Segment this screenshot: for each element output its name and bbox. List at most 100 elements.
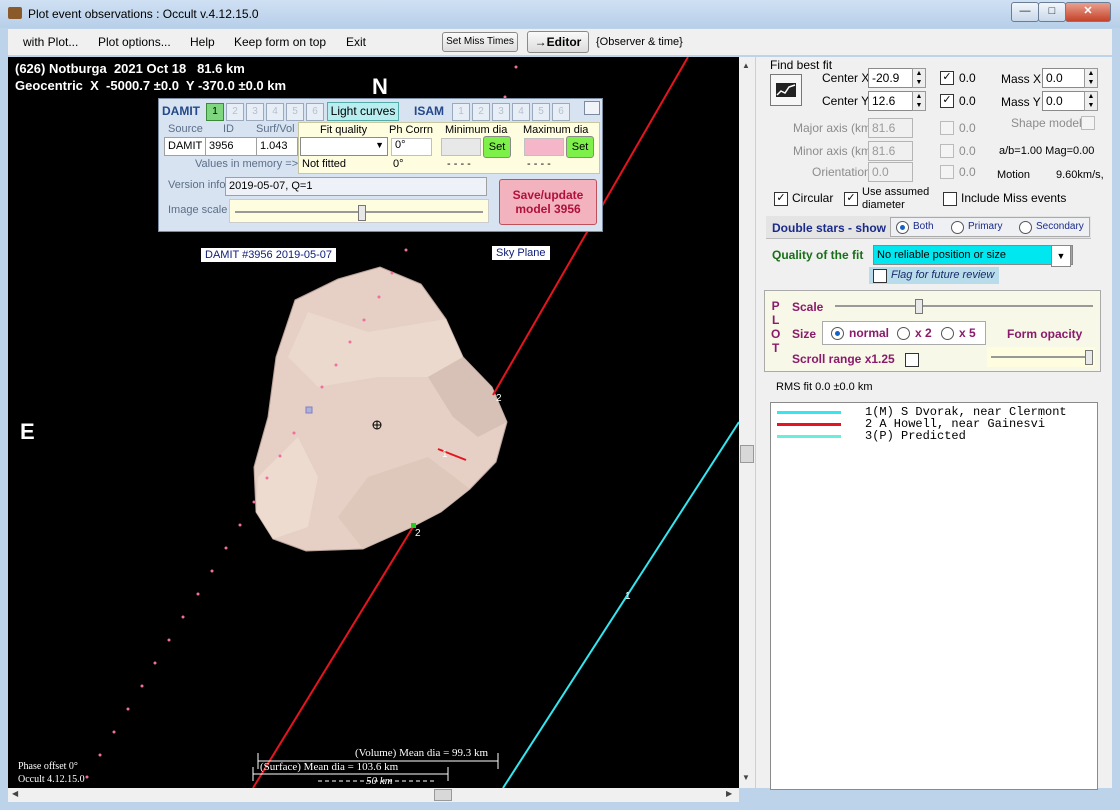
max-dia-set-button[interactable]: Set	[566, 136, 594, 158]
light-curves-button[interactable]: Light curves	[327, 102, 399, 121]
isam-model-4[interactable]: 4	[512, 103, 530, 121]
save-model-label: model 3956	[515, 202, 581, 216]
menu-exit[interactable]: Exit	[346, 35, 366, 49]
app-icon	[8, 7, 22, 19]
damit-title: DAMIT	[162, 104, 200, 118]
circular-checkbox[interactable]: ✓	[774, 192, 788, 206]
fit-quality-select[interactable]: ▼	[300, 137, 388, 156]
ph-corr-field[interactable]: 0°	[391, 138, 432, 156]
chord-cyan	[502, 421, 739, 788]
isam-model-6[interactable]: 6	[552, 103, 570, 121]
primary-radio[interactable]	[951, 221, 964, 234]
damit-panel-toggle[interactable]	[584, 101, 600, 115]
chord-label-2-lower: 2	[415, 528, 421, 539]
major-axis-checkbox[interactable]	[940, 121, 954, 135]
isam-model-5[interactable]: 5	[532, 103, 550, 121]
quality-of-fit-label: Quality of the fit	[772, 248, 864, 262]
editor-button[interactable]: →Editor	[527, 31, 589, 53]
size-x2-radio[interactable]	[897, 327, 910, 340]
fit-quality-area: Fit quality Ph Corrn Minimum dia Maximum…	[298, 122, 600, 174]
min-dia-field[interactable]	[441, 138, 481, 156]
center-y-checkbox[interactable]: ✓	[940, 94, 954, 108]
horizontal-scroll-thumb[interactable]	[434, 789, 452, 801]
set-miss-times-button[interactable]: Set Miss Times	[442, 32, 518, 52]
quality-dropdown-icon[interactable]: ▼	[1051, 245, 1071, 267]
mass-y-spinner[interactable]: ▲ ▼	[1084, 91, 1098, 111]
size-options: normal x 2 x 5	[822, 321, 986, 345]
max-dia-field[interactable]	[524, 138, 564, 156]
minor-axis-checkbox[interactable]	[940, 144, 954, 158]
form-opacity-thumb[interactable]	[1085, 350, 1093, 365]
flag-review-checkbox[interactable]	[873, 269, 887, 283]
size-normal-radio[interactable]	[831, 327, 844, 340]
damit-model-2[interactable]: 2	[226, 103, 244, 121]
isam-model-2[interactable]: 2	[472, 103, 490, 121]
minimize-button[interactable]: —	[1011, 2, 1039, 22]
use-assumed-diameter-checkbox[interactable]: ✓	[844, 192, 858, 206]
minor-axis-uncertainty: 0.0	[959, 144, 976, 158]
size-x5-label: x 5	[959, 326, 976, 340]
shape-model-label: Shape model	[1011, 116, 1082, 130]
form-opacity-slider[interactable]	[987, 347, 1095, 367]
minor-axis-input[interactable]: 81.6	[868, 141, 913, 161]
scroll-right-icon[interactable]: ▶	[726, 789, 732, 798]
plot-horizontal-scrollbar[interactable]: ◀ ▶	[8, 788, 739, 802]
vertical-scroll-thumb[interactable]	[740, 445, 754, 463]
isam-model-3[interactable]: 3	[492, 103, 510, 121]
center-x-checkbox[interactable]: ✓	[940, 71, 954, 85]
center-y-input[interactable]: 12.6	[868, 91, 913, 111]
double-stars-label: Double stars - show	[772, 221, 887, 235]
image-scale-thumb[interactable]	[358, 205, 366, 221]
image-scale-slider[interactable]	[229, 199, 489, 223]
both-radio[interactable]	[896, 221, 909, 234]
orientation-checkbox[interactable]	[940, 165, 954, 179]
scroll-range-checkbox[interactable]	[905, 353, 919, 367]
chord-label-2-upper: 2	[496, 393, 502, 404]
damit-model-3[interactable]: 3	[246, 103, 264, 121]
center-x-input[interactable]: -20.9	[868, 68, 913, 88]
menu-help[interactable]: Help	[190, 35, 215, 49]
close-button[interactable]: ✕	[1065, 2, 1111, 22]
observer-legend[interactable]: 1(M) S Dvorak, near Clermont 2 A Howell, …	[770, 402, 1098, 790]
plot-vertical-scrollbar[interactable]: ▲ ▼	[739, 57, 755, 788]
scroll-up-icon[interactable]: ▲	[742, 61, 750, 70]
scale-thumb[interactable]	[915, 299, 923, 314]
legend-color-swatch	[777, 435, 841, 438]
menu-plot-options[interactable]: Plot options...	[98, 35, 171, 49]
maximize-button[interactable]: □	[1038, 2, 1066, 22]
flag-review-row: Flag for future review	[869, 267, 999, 284]
size-x5-radio[interactable]	[941, 327, 954, 340]
min-dia-memory: - - - -	[447, 158, 471, 170]
scale-slider[interactable]	[835, 298, 1093, 314]
damit-model-1[interactable]: 1	[206, 103, 224, 121]
scale-track	[835, 305, 1093, 307]
scroll-down-icon[interactable]: ▼	[742, 773, 750, 782]
damit-panel: DAMIT 1 2 3 4 5 6 Light curves ISAM 1 2 …	[158, 98, 603, 232]
damit-model-4[interactable]: 4	[266, 103, 284, 121]
orientation-input[interactable]: 0.0	[868, 162, 913, 182]
menu-with-plot[interactable]: with Plot...	[23, 35, 78, 49]
menu-keep-on-top[interactable]: Keep form on top	[234, 35, 326, 49]
volume-dia-label: (Volume) Mean dia = 99.3 km	[355, 747, 489, 759]
quality-of-fit-select[interactable]: No reliable position or size	[873, 245, 1073, 265]
scroll-left-icon[interactable]: ◀	[12, 789, 18, 798]
center-x-spinner[interactable]: ▲ ▼	[912, 68, 926, 88]
major-axis-input[interactable]: 81.6	[868, 118, 913, 138]
find-best-fit-button[interactable]	[770, 74, 802, 106]
secondary-radio[interactable]	[1019, 221, 1032, 234]
damit-model-6[interactable]: 6	[306, 103, 324, 121]
mass-y-input[interactable]: 0.0	[1042, 91, 1085, 111]
orientation-label: Orientation	[812, 165, 871, 179]
damit-model-5[interactable]: 5	[286, 103, 304, 121]
center-y-spinner[interactable]: ▲ ▼	[912, 91, 926, 111]
mass-x-input[interactable]: 0.0	[1042, 68, 1085, 88]
circular-label: Circular	[792, 191, 834, 205]
shape-model-checkbox[interactable]	[1081, 116, 1095, 130]
size-x2-label: x 2	[915, 326, 932, 340]
min-dia-set-button[interactable]: Set	[483, 136, 511, 158]
save-update-button[interactable]: Save/update model 3956	[499, 179, 597, 225]
include-miss-checkbox[interactable]	[943, 192, 957, 206]
isam-model-1[interactable]: 1	[452, 103, 470, 121]
mass-x-spinner[interactable]: ▲ ▼	[1084, 68, 1098, 88]
min-dia-label: Minimum dia	[445, 124, 508, 136]
